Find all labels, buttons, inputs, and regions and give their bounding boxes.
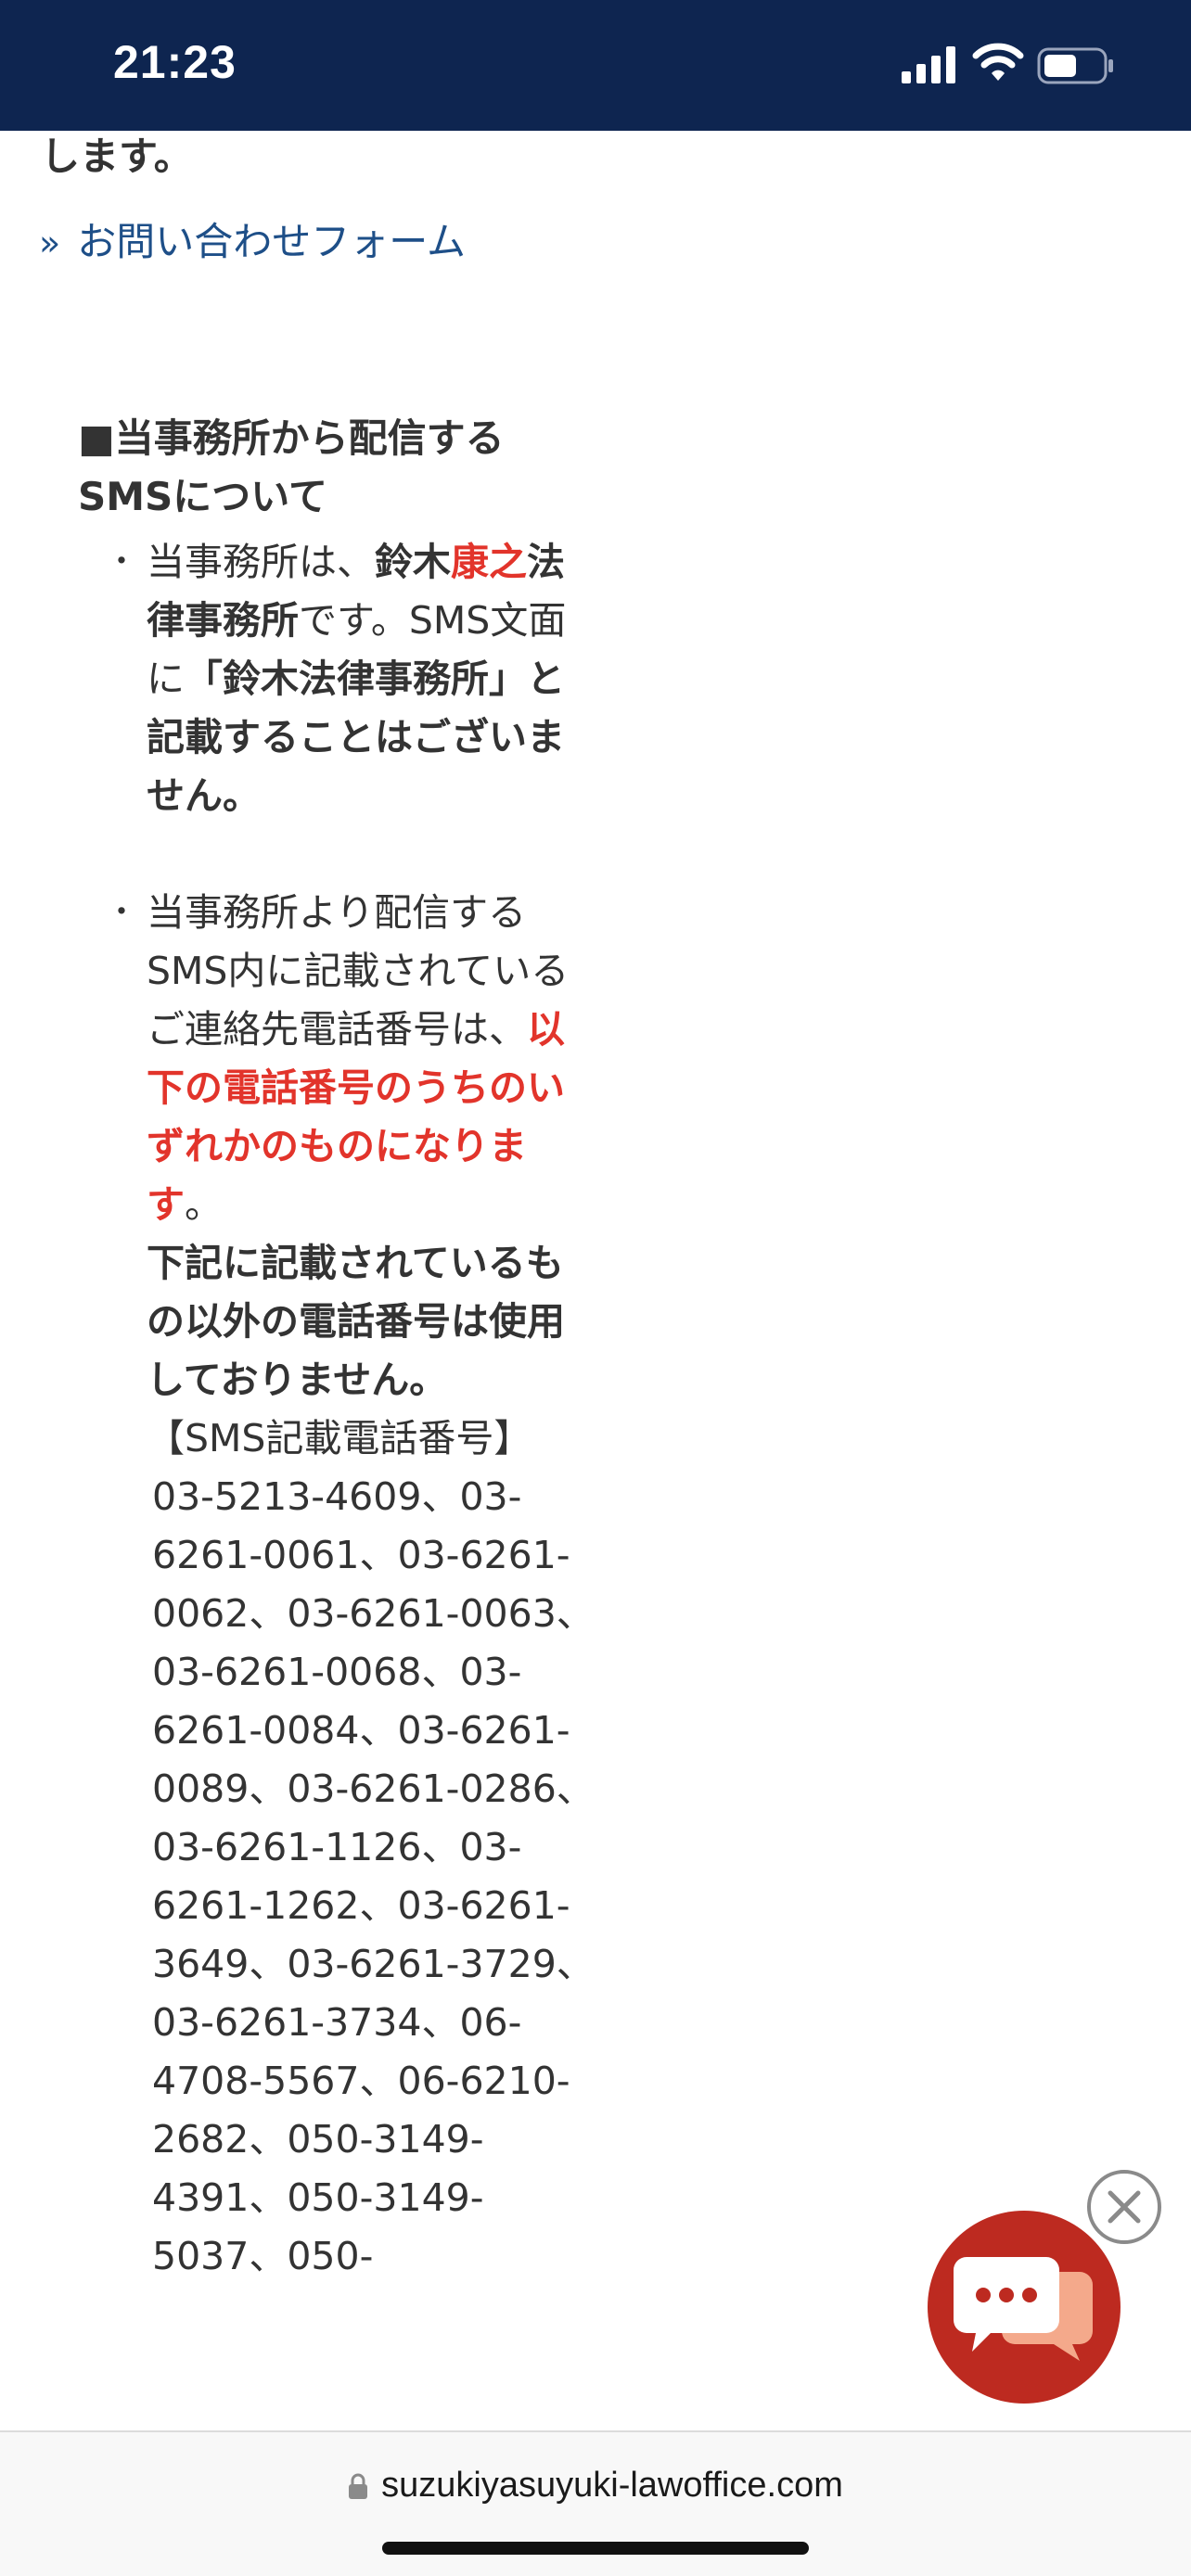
chat-bubbles-icon	[954, 2257, 1093, 2361]
wifi-icon	[972, 43, 1024, 81]
bullet-dot-icon: ・	[106, 543, 137, 580]
signal-icon	[902, 46, 955, 83]
chat-button[interactable]	[928, 2211, 1121, 2404]
sms-section: ■当事務所から配信する SMSについて ・ 当事務所は、鈴木康之法律事務所です。…	[78, 409, 597, 2286]
url-field[interactable]: suzukiyasuyuki-lawoffice.com	[0, 2466, 1191, 2506]
bullet1-notice: 「鈴木法律事務所」と記載することはございません。	[147, 657, 565, 818]
bullet1-name-part: 鈴木	[375, 540, 451, 584]
bullet1-name-highlight: 康之	[451, 540, 527, 584]
url-text: suzukiyasuyuki-lawoffice.com	[381, 2466, 843, 2505]
list-item: ・ 当事務所は、鈴木康之法律事務所です。SMS文面に「鈴木法律事務所」と記載する…	[78, 533, 597, 825]
contact-form-link-label: お問い合わせフォーム	[77, 219, 466, 264]
battery-icon	[1037, 47, 1113, 84]
close-circle-icon[interactable]	[1085, 2168, 1163, 2246]
bullet2-period: 。	[185, 1182, 223, 1227]
lock-icon	[349, 2473, 368, 2499]
page-content: します。 » お問い合わせフォーム ■当事務所から配信する SMSについて ・ …	[0, 131, 1191, 2430]
cut-off-text: します。	[41, 134, 193, 179]
bullet2-text: 当事務所より配信するSMS内に記載されているご連絡先電話番号は、	[147, 890, 570, 1052]
status-bar: 21:23	[0, 0, 1191, 131]
sms-phone-label: 【SMS記載電話番号】	[147, 1416, 532, 1460]
section-heading: ■当事務所から配信する SMSについて	[78, 409, 597, 526]
section-heading-line1: ■当事務所から配信する	[78, 415, 505, 461]
section-heading-line2: SMSについて	[78, 474, 328, 519]
list-item: ・ 当事務所より配信するSMS内に記載されているご連絡先電話番号は、以下の電話番…	[78, 884, 597, 2286]
contact-form-link[interactable]: » お問い合わせフォーム	[39, 216, 466, 269]
sms-phone-list: 03-5213-4609、03-6261-0061、03-6261-0062、0…	[152, 1474, 595, 2278]
bullet-dot-icon: ・	[106, 894, 137, 931]
home-indicator	[382, 2542, 809, 2555]
status-time: 21:23	[113, 36, 237, 88]
bullet1-text: 当事務所は、	[147, 540, 375, 584]
chevron-right-icon: »	[39, 223, 61, 263]
bullet2-notice: 下記に記載されているもの以外の電話番号は使用しておりません。	[147, 1241, 565, 1402]
